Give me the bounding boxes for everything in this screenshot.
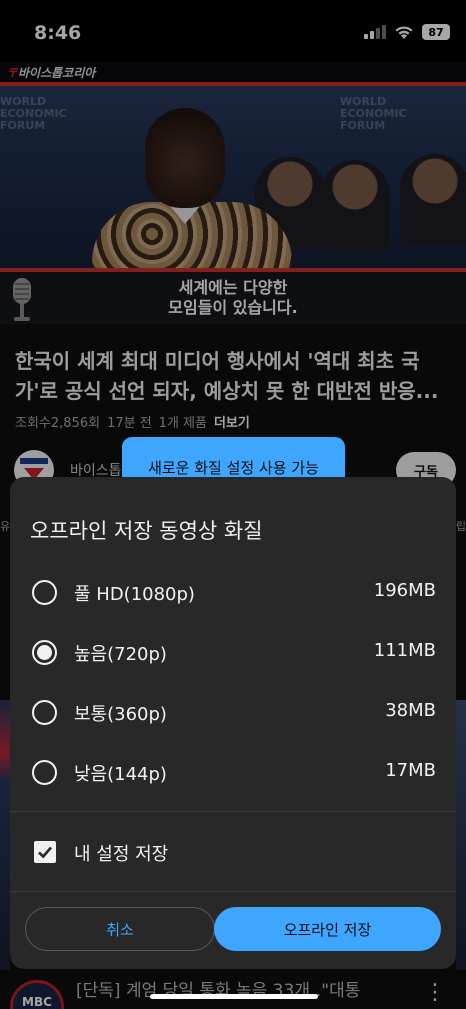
home-indicator[interactable] — [150, 994, 318, 999]
video-caption-line: 모임들이 있습니다. — [168, 298, 298, 317]
battery-icon: 87 — [422, 24, 450, 40]
radio-button[interactable] — [32, 760, 57, 785]
quality-size: 111MB — [373, 640, 436, 661]
chip-edge: 립 — [455, 520, 466, 533]
caption-bar: 세계에는 다양한 모임들이 있습니다. — [0, 272, 466, 324]
view-count: 조회수2,856회 — [15, 416, 101, 431]
check-icon — [38, 846, 52, 859]
quality-label: 낮음(144p) — [74, 764, 167, 785]
more-vert-icon[interactable]: ⋮ — [424, 980, 446, 1005]
scene-stripe — [0, 82, 466, 86]
radio-button[interactable] — [32, 700, 57, 725]
video-player[interactable]: 〒바이스톱코리아 WORLD ECONOMIC FORUM WORLD ECON… — [0, 62, 466, 324]
remember-settings-checkbox[interactable] — [34, 841, 56, 863]
quality-size: 196MB — [373, 580, 436, 601]
quality-label: 풀 HD(1080p) — [74, 584, 195, 605]
video-title[interactable]: 한국이 세계 최대 미디어 행사에서 '역대 최초 국가'로 공식 선언 되자,… — [15, 346, 451, 406]
background-thumbnail — [456, 700, 466, 970]
audience-person — [400, 154, 466, 244]
radio-button[interactable] — [32, 580, 57, 605]
cancel-button[interactable]: 취소 — [25, 907, 215, 951]
video-caption-line: 세계에는 다양한 — [178, 278, 288, 297]
upload-age: 17분 전 — [107, 416, 152, 431]
chip-edge: 유 — [0, 520, 11, 533]
status-bar: 8:46 87 — [0, 0, 466, 62]
more-link[interactable]: 더보기 — [214, 412, 250, 431]
divider — [10, 811, 456, 812]
wef-backdrop-text: WORLD ECONOMIC FORUM — [0, 95, 67, 132]
dialog-title: 오프라인 저장 동영상 화질 — [30, 519, 263, 543]
channel-watermark: 〒바이스톱코리아 — [6, 66, 96, 80]
video-meta[interactable]: 조회수2,856회 17분 전 1개 제품 더보기 — [15, 412, 250, 431]
product-count: 1개 제품 — [158, 416, 207, 431]
wef-backdrop-text: WORLD ECONOMIC FORUM — [340, 95, 407, 132]
quality-option-144p[interactable]: 낮음(144p) 17MB — [10, 742, 456, 802]
quality-label: 보통(360p) — [74, 704, 167, 725]
divider — [10, 891, 456, 892]
remember-settings-label[interactable]: 내 설정 저장 — [74, 840, 168, 866]
channel-avatar[interactable]: MBC — [10, 980, 64, 1009]
quality-label: 높음(720p) — [74, 644, 167, 665]
offline-quality-dialog: 오프라인 저장 동영상 화질 풀 HD(1080p) 196MB 높음(720p… — [10, 477, 456, 969]
cellular-signal-icon — [364, 25, 386, 39]
quality-size: 38MB — [385, 700, 436, 721]
quality-option-1080p[interactable]: 풀 HD(1080p) 196MB — [10, 562, 456, 622]
quality-option-360p[interactable]: 보통(360p) 38MB — [10, 682, 456, 742]
quality-option-720p[interactable]: 높음(720p) 111MB — [10, 622, 456, 682]
video-frame: WORLD ECONOMIC FORUM WORLD ECONOMIC FORU… — [0, 82, 466, 282]
status-time: 8:46 — [34, 22, 82, 44]
radio-button-selected[interactable] — [32, 640, 57, 665]
list-item[interactable]: MBC [단독] 계엄 당일 통화 녹음 33개‥"대통 ⋮ — [0, 972, 466, 1009]
video-logo-bar: 〒바이스톱코리아 — [0, 62, 466, 82]
audience-person — [320, 160, 390, 250]
background-thumbnail — [0, 700, 10, 970]
offline-save-button[interactable]: 오프라인 저장 — [214, 907, 441, 951]
quality-size: 17MB — [385, 760, 436, 781]
wifi-icon — [395, 25, 413, 39]
speaker-head — [145, 108, 225, 208]
status-icons: 87 — [364, 24, 450, 40]
